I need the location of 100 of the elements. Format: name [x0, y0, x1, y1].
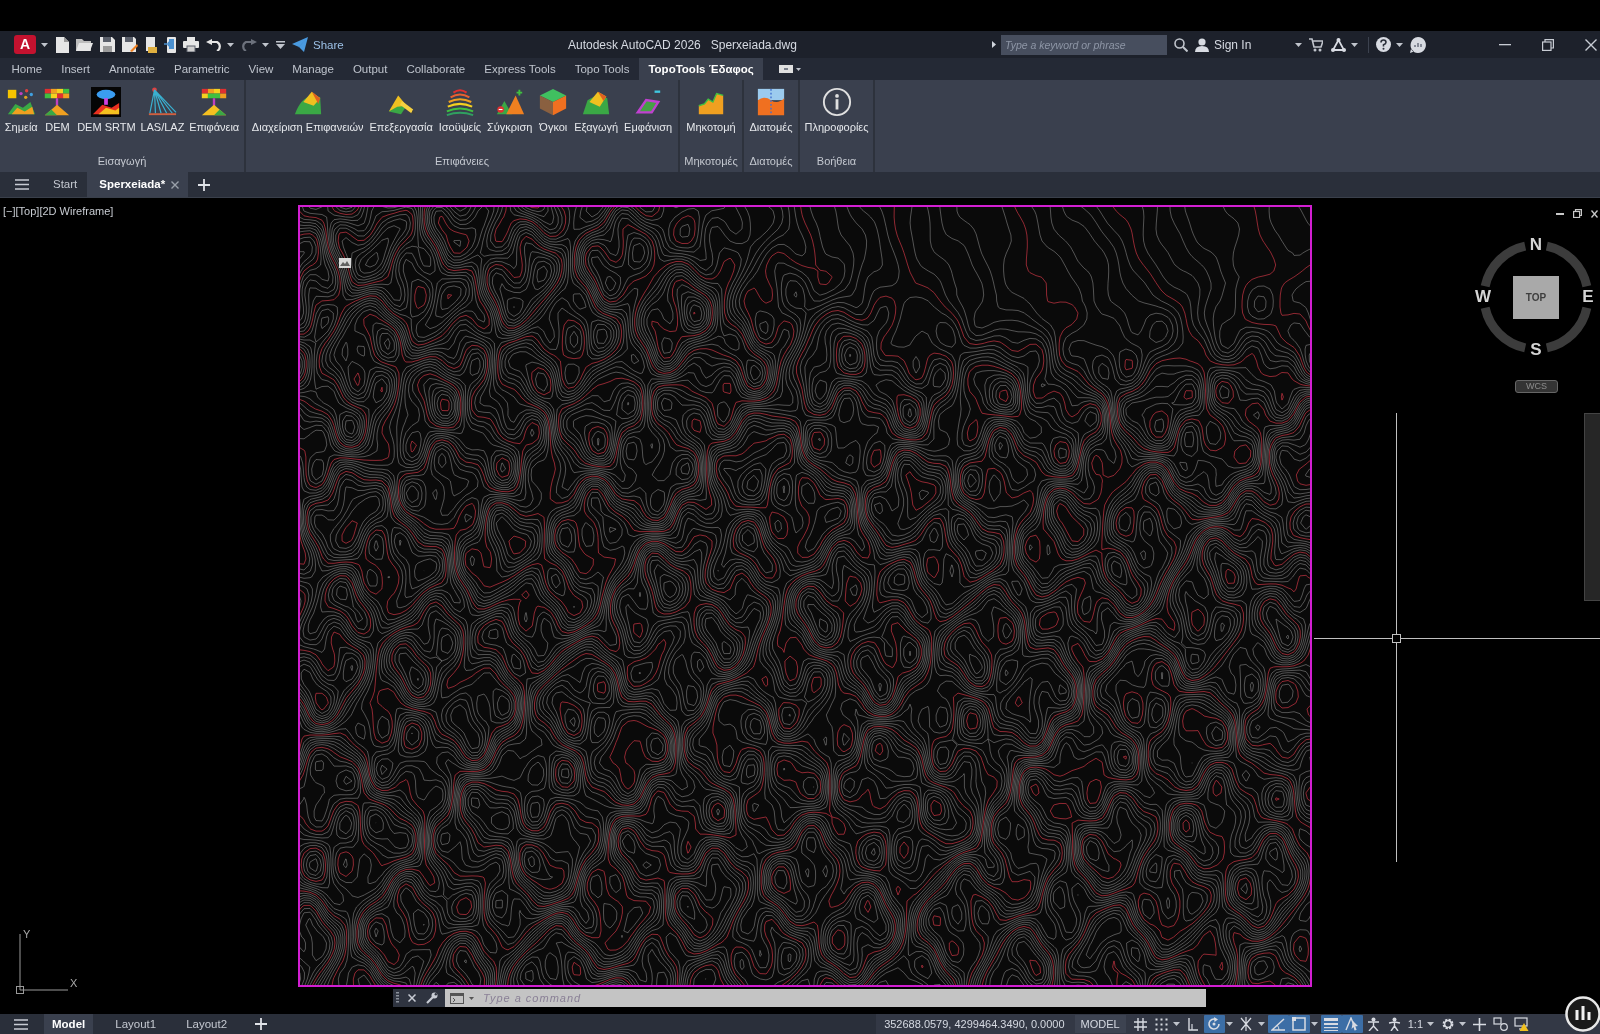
- redo-icon[interactable]: [241, 38, 257, 51]
- ribbon-button[interactable]: Επεξεργασία: [369, 80, 433, 134]
- ribbon-button[interactable]: Ισοϋψείς: [438, 80, 482, 134]
- viewport-controls-label[interactable]: [−][Top][2D Wireframe]: [3, 205, 114, 218]
- tracking-toggle[interactable]: [1267, 1015, 1289, 1033]
- ribbon-button[interactable]: Σύγκριση: [487, 80, 533, 134]
- close-icon[interactable]: [1591, 209, 1598, 218]
- caret-icon[interactable]: [1427, 1022, 1434, 1026]
- minimize-icon[interactable]: [1556, 212, 1564, 215]
- terrain-dots-icon: [6, 87, 37, 117]
- floppy-pencil-icon[interactable]: [122, 37, 138, 52]
- scale-toggle[interactable]: 1:1: [1404, 1015, 1426, 1033]
- polar-toggle[interactable]: [1203, 1015, 1225, 1033]
- menu-icon[interactable]: [14, 1018, 28, 1030]
- restore-icon[interactable]: [1542, 38, 1554, 51]
- ribbon-tab[interactable]: Manage: [282, 58, 344, 80]
- ribbon-tab[interactable]: Insert: [51, 58, 100, 80]
- compass-south-label[interactable]: S: [1526, 340, 1546, 360]
- layout-tab[interactable]: Model: [44, 1014, 94, 1034]
- undo-icon[interactable]: [206, 38, 222, 51]
- chat-bubble-icon[interactable]: [1410, 36, 1427, 53]
- layout-tab[interactable]: Layout2: [178, 1014, 236, 1034]
- triangle-nodes-icon[interactable]: [1331, 37, 1347, 52]
- viewcube-top-face[interactable]: TOP: [1513, 276, 1559, 319]
- file-tab[interactable]: Sperxeiada*: [87, 172, 189, 197]
- isolate-toggle[interactable]: [1490, 1015, 1511, 1033]
- file-tab-label[interactable]: Sperxeiada*: [99, 172, 166, 197]
- ribbon-button[interactable]: Σημεία: [4, 80, 38, 134]
- share-link[interactable]: Share: [313, 37, 344, 52]
- sign-in-button[interactable]: Sign In: [1214, 37, 1252, 52]
- caret-right-icon[interactable]: [992, 41, 996, 48]
- osnap-toggle[interactable]: [1288, 1015, 1310, 1033]
- caret-icon[interactable]: [1310, 1022, 1318, 1026]
- isometric-lines-icon: [1240, 1017, 1253, 1031]
- compass-east-label[interactable]: E: [1578, 287, 1598, 307]
- circular-arrow-icon: [1207, 1017, 1222, 1031]
- ribbon-tab[interactable]: Express Tools: [474, 58, 566, 80]
- app-logo-button[interactable]: A: [14, 35, 36, 54]
- printer-icon[interactable]: [183, 37, 199, 52]
- caret-icon[interactable]: [1396, 42, 1404, 47]
- layout-tab[interactable]: Layout1: [107, 1014, 165, 1034]
- caret-icon[interactable]: [41, 42, 48, 47]
- ribbon-button[interactable]: LAS/LAZ: [140, 80, 185, 134]
- plus-icon[interactable]: [255, 1018, 268, 1030]
- caret-icon[interactable]: [469, 996, 474, 1000]
- help-icon[interactable]: [1376, 37, 1392, 52]
- angle-icon: [1271, 1017, 1286, 1031]
- ribbon-button[interactable]: Εξαγωγή: [574, 80, 619, 134]
- search-icon[interactable]: [1174, 37, 1188, 52]
- ribbon-tab[interactable]: TopoTools Έδαφος: [638, 58, 764, 80]
- ribbon-tab[interactable]: Topo Tools: [565, 58, 639, 80]
- caret-icon[interactable]: [1225, 1022, 1233, 1026]
- ribbon-button[interactable]: Επιφάνεια: [189, 80, 240, 134]
- close-icon[interactable]: [1585, 38, 1597, 51]
- search-field[interactable]: Type a keyword or phrase: [1001, 34, 1167, 55]
- ribbon-button[interactable]: Διαχείριση Επιφανειών: [251, 80, 364, 134]
- cart-icon[interactable]: [1309, 37, 1324, 52]
- ribbon-tab[interactable]: Annotate: [99, 58, 165, 80]
- caret-icon[interactable]: [262, 42, 269, 47]
- compass-west-label[interactable]: W: [1473, 287, 1493, 307]
- caret-icon[interactable]: [1459, 1022, 1466, 1026]
- ribbon-tab[interactable]: Home: [2, 58, 52, 80]
- compass-north-label[interactable]: N: [1526, 235, 1546, 255]
- caret-icon[interactable]: [1351, 42, 1359, 47]
- caret-icon[interactable]: [1257, 1022, 1265, 1026]
- ribbon-button[interactable]: Διατομές: [749, 80, 793, 134]
- ribbon-button[interactable]: Εμφάνιση: [624, 80, 673, 134]
- ribbon-tab[interactable]: View: [239, 58, 283, 80]
- caret-icon[interactable]: [1172, 1022, 1180, 1026]
- close-icon[interactable]: [408, 994, 416, 1002]
- page-icon[interactable]: [55, 36, 69, 53]
- document-icon[interactable]: [145, 36, 157, 53]
- ribbon-tab[interactable]: Output: [343, 58, 397, 80]
- grip-icon[interactable]: [396, 992, 399, 1004]
- menu-icon[interactable]: [15, 179, 29, 190]
- caret-icon[interactable]: [227, 42, 234, 47]
- x-axis-label: X: [70, 977, 78, 989]
- model-space-button[interactable]: MODEL: [1074, 1015, 1126, 1033]
- gear-icon: [1440, 1017, 1455, 1031]
- ribbon-tab[interactable]: Parametric: [164, 58, 240, 80]
- ribbon-button[interactable]: Πληροφορίες: [804, 80, 869, 134]
- dropdown-icon[interactable]: [276, 40, 285, 49]
- ribbon-button[interactable]: Μηκοτομή: [686, 80, 736, 134]
- ucs-menu-button[interactable]: WCS: [1515, 380, 1558, 393]
- caret-icon: [796, 67, 802, 71]
- lineweight-toggle[interactable]: [1320, 1015, 1342, 1033]
- caret-icon[interactable]: [1295, 42, 1303, 47]
- ribbon-button[interactable]: Όγκοι: [538, 80, 569, 134]
- minimize-icon[interactable]: [1499, 43, 1511, 46]
- ribbon-button[interactable]: DEM SRTM: [77, 80, 136, 134]
- folder-icon[interactable]: [76, 37, 93, 52]
- terminal-icon[interactable]: [450, 992, 464, 1004]
- wrench-icon[interactable]: [426, 992, 438, 1004]
- paper-plane-icon[interactable]: [292, 37, 308, 52]
- plus-icon[interactable]: [198, 178, 211, 191]
- ribbon-button[interactable]: DEM: [42, 80, 73, 134]
- file-tab[interactable]: Start: [53, 172, 78, 197]
- ribbon-tab[interactable]: Collaborate: [396, 58, 475, 80]
- restore-icon[interactable]: [1573, 209, 1582, 218]
- selection-toggle[interactable]: [1341, 1015, 1363, 1033]
